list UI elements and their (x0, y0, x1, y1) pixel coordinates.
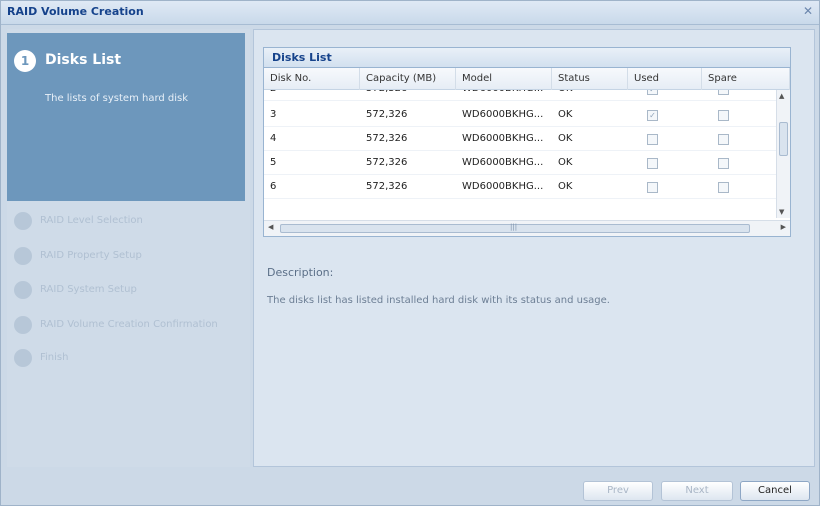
scroll-down-icon[interactable]: ▼ (779, 208, 784, 216)
used-checkbox[interactable] (647, 134, 658, 145)
scroll-right-icon[interactable]: ▶ (781, 223, 786, 231)
vertical-scrollbar[interactable]: ▲ ▼ (776, 90, 790, 218)
cell-disk-no: 3 (270, 109, 277, 120)
cell-status: OK (558, 133, 573, 144)
grid-title: Disks List (272, 51, 332, 64)
cell-capacity: 572,326 (360, 90, 407, 101)
cell-model: WD6000BKHG... (462, 181, 544, 192)
step-label: Finish (40, 352, 69, 363)
wizard-step-active (7, 33, 245, 201)
cell-status: OK (558, 157, 573, 168)
disks-list-grid: Disks List Disk No. Capacity (MB) Model … (263, 47, 791, 237)
window-title: RAID Volume Creation (7, 5, 144, 18)
step-label: RAID Level Selection (40, 215, 143, 226)
step-number-icon (14, 349, 32, 367)
grip-icon: ||| (510, 223, 518, 231)
title-bar: RAID Volume Creation ✕ (1, 1, 819, 25)
cell-capacity: 572,326 (366, 181, 408, 192)
cell-capacity: 572,326 (366, 109, 408, 120)
table-row[interactable]: 4 572,326 WD6000BKHG... OK (264, 127, 776, 151)
cell-model: WD6000BKHG... (456, 90, 543, 101)
description-text: The disks list has listed installed hard… (267, 295, 610, 306)
column-header-disk-no[interactable]: Disk No. (264, 68, 360, 90)
step-description-active: The lists of system hard disk (45, 93, 189, 104)
step-number-icon (14, 247, 32, 265)
used-checkbox[interactable] (647, 182, 658, 193)
used-checkbox[interactable] (647, 158, 658, 169)
step-number-icon (14, 316, 32, 334)
spare-checkbox[interactable] (718, 134, 729, 145)
column-header-spare[interactable]: Spare (702, 68, 790, 90)
grid-header: Disk No. Capacity (MB) Model Status Used… (264, 68, 790, 90)
prev-button[interactable]: Prev (583, 481, 653, 501)
cell-status: OK (558, 181, 573, 192)
grid-title-bar: Disks List (264, 48, 790, 68)
cell-capacity: 572,326 (366, 133, 408, 144)
step-label: RAID Volume Creation Confirmation (40, 319, 218, 330)
step-label: RAID Property Setup (40, 250, 142, 261)
spare-checkbox[interactable] (718, 90, 729, 95)
spare-checkbox[interactable] (718, 158, 729, 169)
column-header-capacity[interactable]: Capacity (MB) (360, 68, 456, 90)
table-row[interactable]: 3 572,326 WD6000BKHG... OK ✓ (264, 103, 776, 127)
cell-disk-no: 2 (264, 90, 276, 101)
scroll-left-icon[interactable]: ◀ (268, 223, 273, 231)
step-label: RAID System Setup (40, 284, 137, 295)
close-icon[interactable]: ✕ (801, 4, 815, 18)
step-number-icon (14, 212, 32, 230)
table-row[interactable]: 6 572,326 WD6000BKHG... OK (264, 175, 776, 199)
cell-status: OK (552, 90, 572, 101)
cell-model: WD6000BKHG... (462, 133, 544, 144)
scroll-thumb[interactable] (779, 122, 788, 156)
cell-model: WD6000BKHG... (462, 109, 544, 120)
step-number-active: 1 (14, 50, 36, 72)
spare-checkbox[interactable] (718, 182, 729, 193)
grid-body: 2 572,326 WD6000BKHG... OK ✓ 3 572,326 W… (264, 90, 776, 218)
cell-disk-no: 5 (270, 157, 277, 168)
cancel-button[interactable]: Cancel (740, 481, 810, 501)
cell-capacity: 572,326 (366, 157, 408, 168)
next-button[interactable]: Next (661, 481, 733, 501)
used-checkbox[interactable]: ✓ (647, 90, 658, 95)
horizontal-scrollbar[interactable]: ◀ ||| ▶ (264, 220, 790, 236)
scroll-up-icon[interactable]: ▲ (779, 92, 784, 100)
table-row[interactable]: 2 572,326 WD6000BKHG... OK ✓ (264, 90, 776, 101)
cell-disk-no: 6 (270, 181, 277, 192)
cell-model: WD6000BKHG... (462, 157, 544, 168)
cell-status: OK (558, 109, 573, 120)
description-title: Description: (267, 266, 334, 279)
table-row[interactable]: 5 572,326 WD6000BKHG... OK (264, 151, 776, 175)
cell-disk-no: 4 (270, 133, 277, 144)
raid-volume-creation-dialog: RAID Volume Creation ✕ 1 Disks List The … (0, 0, 820, 506)
step-title-active: Disks List (45, 52, 122, 68)
spare-checkbox[interactable] (718, 110, 729, 121)
column-header-model[interactable]: Model (456, 68, 552, 90)
used-checkbox[interactable]: ✓ (647, 110, 658, 121)
step-number-icon (14, 281, 32, 299)
column-header-used[interactable]: Used (628, 68, 702, 90)
column-header-status[interactable]: Status (552, 68, 628, 90)
